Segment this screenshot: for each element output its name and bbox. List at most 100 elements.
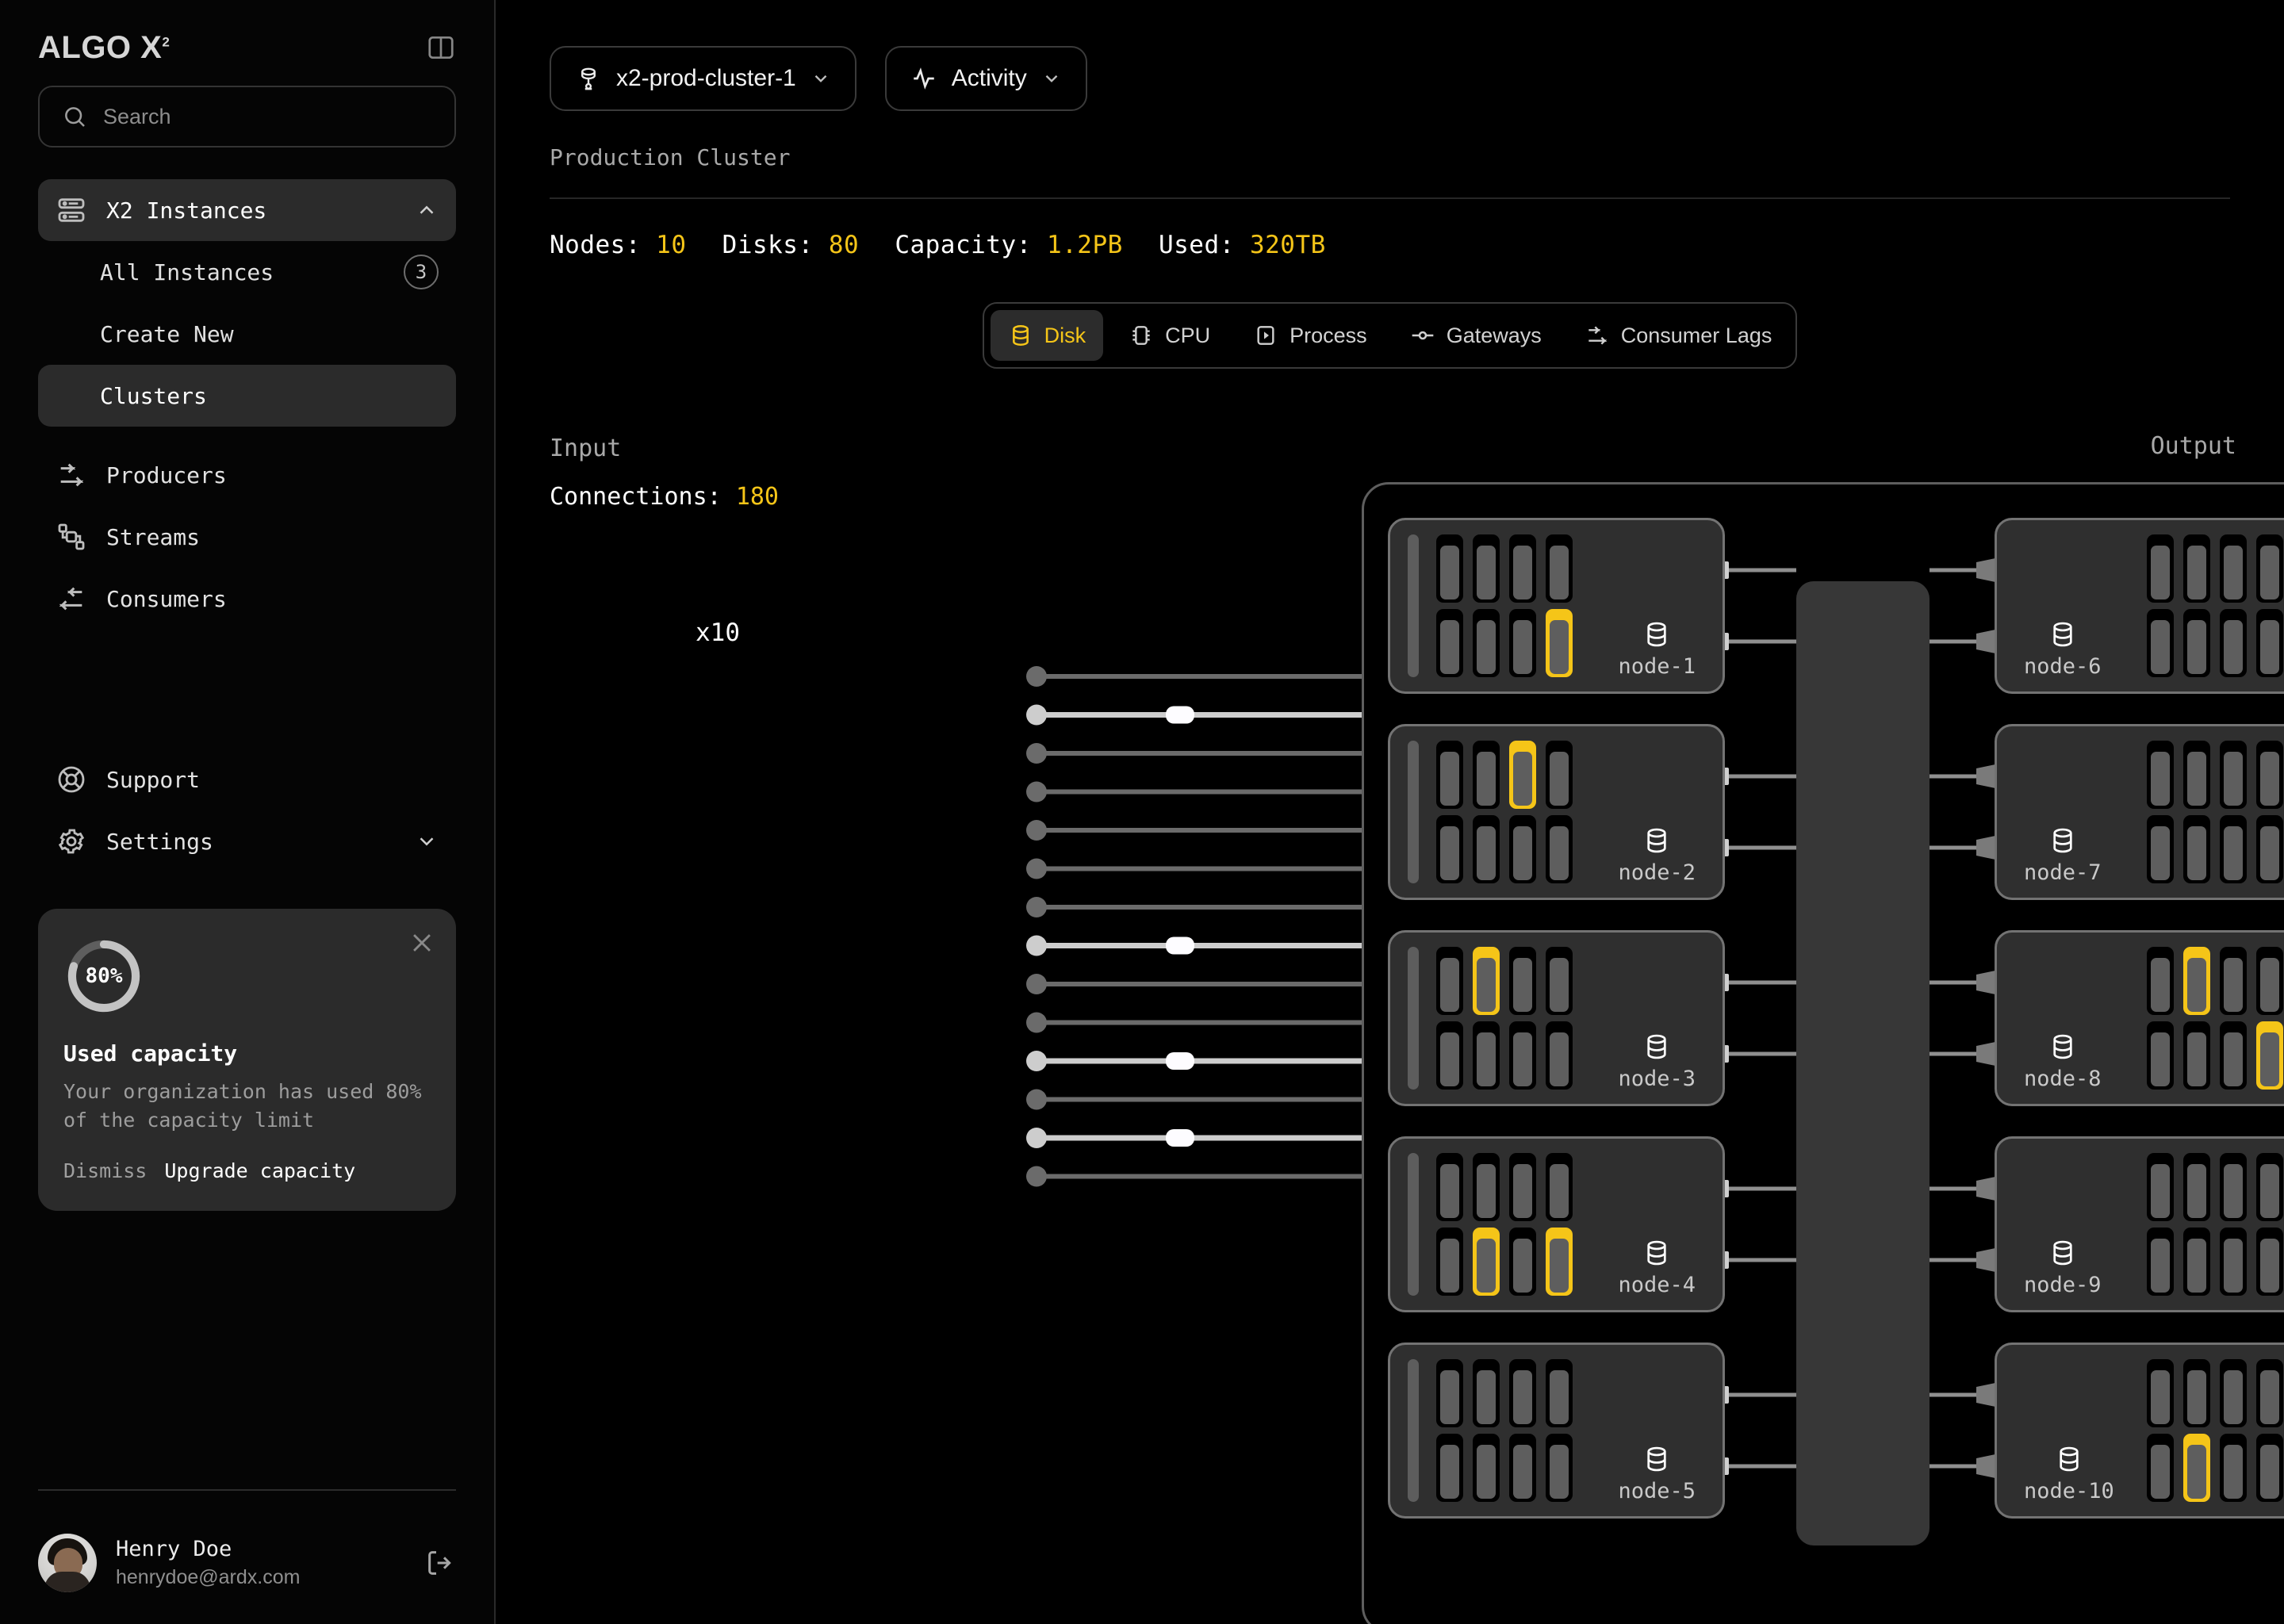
sidebar-item-streams[interactable]: Streams	[38, 506, 456, 568]
disk-slot-1[interactable]	[1436, 1359, 1463, 1427]
disk-slot-8[interactable]	[2256, 1228, 2283, 1296]
sidebar-item-create-new[interactable]: Create New	[38, 303, 456, 365]
node-card-node-9[interactable]: node-9	[1995, 1136, 2284, 1312]
chevron-up-icon[interactable]	[415, 198, 439, 222]
disk-slot-2-active[interactable]	[1473, 947, 1500, 1015]
disk-slot-3[interactable]	[1509, 534, 1536, 603]
disk-slot-6[interactable]	[2183, 1021, 2210, 1090]
disk-slot-1[interactable]	[2147, 1359, 2174, 1427]
disk-slot-3[interactable]	[2220, 1153, 2247, 1221]
disk-slot-2[interactable]	[1473, 534, 1500, 603]
tab-gateways[interactable]: Gateways	[1393, 310, 1559, 361]
search-input[interactable]	[103, 104, 432, 129]
disk-slot-7[interactable]	[2220, 1228, 2247, 1296]
disk-slot-7[interactable]	[1509, 1021, 1536, 1090]
disk-slot-5[interactable]	[1436, 1021, 1463, 1090]
disk-slot-2-active[interactable]	[2183, 947, 2210, 1015]
node-card-node-1[interactable]: node-1	[1388, 518, 1725, 694]
disk-slot-8[interactable]	[2256, 815, 2283, 883]
disk-slot-6[interactable]	[1473, 609, 1500, 677]
sidebar-item-consumers[interactable]: Consumers	[38, 568, 456, 630]
disk-slot-2[interactable]	[2183, 534, 2210, 603]
sidebar-item-clusters[interactable]: Clusters	[38, 365, 456, 427]
disk-slot-4[interactable]	[1546, 1359, 1573, 1427]
disk-slot-3[interactable]	[1509, 1359, 1536, 1427]
disk-slot-4[interactable]	[2256, 1153, 2283, 1221]
disk-slot-6-active[interactable]	[1473, 1228, 1500, 1296]
disk-slot-7[interactable]	[1509, 815, 1536, 883]
dismiss-button[interactable]: Dismiss	[63, 1159, 147, 1182]
disk-slot-7[interactable]	[2220, 1021, 2247, 1090]
user-profile-row[interactable]: Henry Doe henrydoe@ardx.com	[38, 1534, 456, 1592]
node-card-node-2[interactable]: node-2	[1388, 724, 1725, 900]
disk-slot-4[interactable]	[2256, 947, 2283, 1015]
disk-slot-2[interactable]	[2183, 1153, 2210, 1221]
disk-slot-7[interactable]	[2220, 815, 2247, 883]
disk-slot-5[interactable]	[2147, 609, 2174, 677]
disk-slot-5[interactable]	[1436, 1434, 1463, 1502]
disk-slot-2[interactable]	[2183, 741, 2210, 809]
disk-slot-7[interactable]	[2220, 1434, 2247, 1502]
tab-consumer-lags[interactable]: Consumer Lags	[1567, 310, 1790, 361]
disk-slot-6[interactable]	[1473, 1434, 1500, 1502]
disk-slot-7[interactable]	[1509, 1434, 1536, 1502]
node-card-node-4[interactable]: node-4	[1388, 1136, 1725, 1312]
disk-slot-8[interactable]	[1546, 815, 1573, 883]
close-icon[interactable]	[408, 929, 435, 956]
disk-slot-4[interactable]	[1546, 741, 1573, 809]
disk-slot-6[interactable]	[1473, 1021, 1500, 1090]
logout-icon[interactable]	[424, 1547, 456, 1579]
disk-slot-1[interactable]	[2147, 1153, 2174, 1221]
disk-slot-3[interactable]	[1509, 947, 1536, 1015]
disk-slot-6-active[interactable]	[2183, 1434, 2210, 1502]
disk-slot-4[interactable]	[1546, 1153, 1573, 1221]
disk-slot-6[interactable]	[1473, 815, 1500, 883]
disk-slot-1[interactable]	[1436, 1153, 1463, 1221]
disk-slot-5[interactable]	[1436, 1228, 1463, 1296]
disk-slot-8[interactable]	[2256, 609, 2283, 677]
sidebar-item-settings[interactable]: Settings	[38, 810, 456, 872]
disk-slot-4[interactable]	[2256, 534, 2283, 603]
node-card-node-6[interactable]: node-6	[1995, 518, 2284, 694]
chevron-down-icon[interactable]	[415, 829, 439, 853]
node-card-node-8[interactable]: node-8	[1995, 930, 2284, 1106]
disk-slot-6[interactable]	[2183, 815, 2210, 883]
disk-slot-7[interactable]	[1509, 1228, 1536, 1296]
node-card-node-5[interactable]: node-5	[1388, 1342, 1725, 1519]
disk-slot-5[interactable]	[2147, 815, 2174, 883]
disk-slot-3-active[interactable]	[1509, 741, 1536, 809]
disk-slot-2[interactable]	[2183, 1359, 2210, 1427]
disk-slot-3[interactable]	[2220, 741, 2247, 809]
disk-slot-5[interactable]	[2147, 1021, 2174, 1090]
disk-slot-2[interactable]	[1473, 1153, 1500, 1221]
disk-slot-8[interactable]	[2256, 1434, 2283, 1502]
disk-slot-8[interactable]	[1546, 1021, 1573, 1090]
sidebar-item-support[interactable]: Support	[38, 749, 456, 810]
sidebar-item-all-instances[interactable]: All Instances 3	[38, 241, 456, 303]
node-card-node-10[interactable]: node-10	[1995, 1342, 2284, 1519]
node-card-node-3[interactable]: node-3	[1388, 930, 1725, 1106]
disk-slot-4[interactable]	[2256, 1359, 2283, 1427]
disk-slot-1[interactable]	[2147, 947, 2174, 1015]
disk-slot-3[interactable]	[2220, 947, 2247, 1015]
disk-slot-8-active[interactable]	[1546, 609, 1573, 677]
disk-slot-1[interactable]	[2147, 534, 2174, 603]
disk-slot-1[interactable]	[1436, 741, 1463, 809]
disk-slot-4[interactable]	[2256, 741, 2283, 809]
disk-slot-5[interactable]	[2147, 1434, 2174, 1502]
disk-slot-5[interactable]	[1436, 609, 1463, 677]
disk-slot-1[interactable]	[1436, 534, 1463, 603]
node-card-node-7[interactable]: node-7	[1995, 724, 2284, 900]
disk-slot-6[interactable]	[2183, 1228, 2210, 1296]
disk-slot-8[interactable]	[1546, 1434, 1573, 1502]
disk-slot-8-active[interactable]	[1546, 1228, 1573, 1296]
disk-slot-5[interactable]	[2147, 1228, 2174, 1296]
disk-slot-3[interactable]	[2220, 534, 2247, 603]
disk-slot-7[interactable]	[2220, 609, 2247, 677]
upgrade-capacity-button[interactable]: Upgrade capacity	[164, 1159, 355, 1182]
panel-layout-icon[interactable]	[426, 33, 456, 63]
disk-slot-8-active[interactable]	[2256, 1021, 2283, 1090]
search-box[interactable]	[38, 86, 456, 147]
disk-slot-2[interactable]	[1473, 741, 1500, 809]
disk-slot-4[interactable]	[1546, 534, 1573, 603]
